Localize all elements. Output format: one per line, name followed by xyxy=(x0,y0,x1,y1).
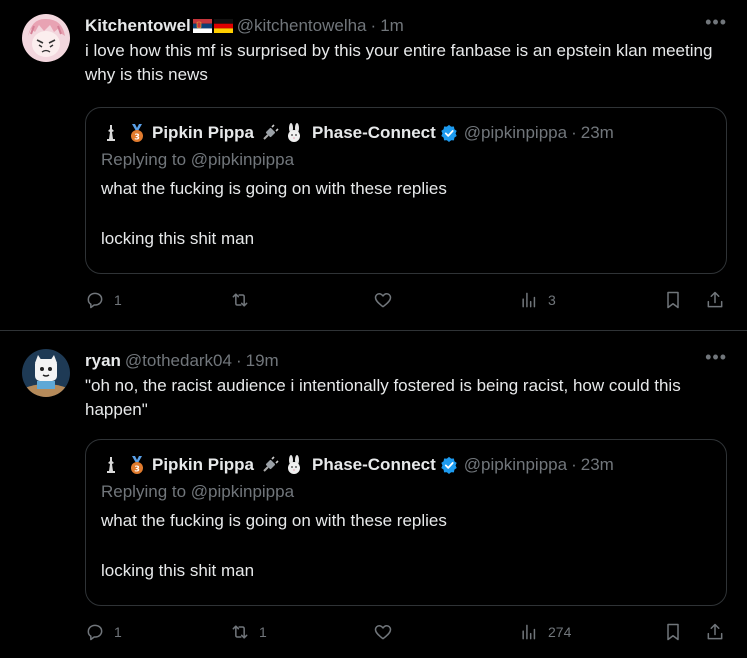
like-button[interactable] xyxy=(373,622,402,642)
avatar[interactable] xyxy=(22,14,70,62)
more-options-icon[interactable]: ••• xyxy=(705,347,727,367)
reply-icon xyxy=(87,624,103,641)
heart-icon xyxy=(374,293,392,308)
verified-badge-icon xyxy=(441,124,457,142)
quote-author-org[interactable]: Phase-Connect xyxy=(312,122,436,144)
views-count: 274 xyxy=(548,624,572,640)
author-handle[interactable]: @tothedark04 xyxy=(125,351,232,371)
views-icon xyxy=(522,292,536,308)
quoted-tweet[interactable]: 3 Pipkin Pippa Phase-Connect @pipkinpipp… xyxy=(85,107,727,274)
more-options-icon[interactable]: ••• xyxy=(705,12,727,32)
tweet-text: "oh no, the racist audience i intentiona… xyxy=(85,376,681,419)
bronze-medal-icon: 3 xyxy=(131,124,143,142)
quote-timestamp[interactable]: 23m xyxy=(581,122,614,144)
views-count: 3 xyxy=(548,292,556,308)
reply-icon xyxy=(87,292,103,309)
reply-count: 1 xyxy=(114,292,122,308)
serbia-flag-icon xyxy=(192,19,212,33)
quote-text-line: locking this shit man xyxy=(101,561,255,580)
quote-author-name[interactable]: Pipkin Pippa xyxy=(152,454,254,476)
share-button[interactable] xyxy=(705,622,725,642)
tweet-header: Kitchentowel @kitchentowelha · 1m ••• xyxy=(85,12,727,36)
quote-text-line: what the fucking is going on with these … xyxy=(101,179,447,198)
quote-header: 3 Pipkin Pippa Phase-Connect @pipkinpipp… xyxy=(101,454,711,476)
avatar[interactable] xyxy=(22,349,70,397)
author-name[interactable]: Kitchentowel xyxy=(85,16,191,36)
timestamp[interactable]: 1m xyxy=(380,16,404,36)
like-button[interactable] xyxy=(373,290,402,310)
replying-to: Replying to @pipkinpippa xyxy=(101,150,295,169)
author-handle[interactable]: @kitchentowelha xyxy=(237,16,367,36)
tweet[interactable]: Kitchentowel @kitchentowelha · 1m ••• i … xyxy=(0,0,747,330)
separator: · xyxy=(370,16,377,35)
separator: · xyxy=(235,351,242,370)
bookmark-icon xyxy=(667,623,679,641)
chess-pawn-icon xyxy=(107,457,115,473)
tweet[interactable]: ryan @tothedark04 · 19m ••• "oh no, the … xyxy=(0,330,747,658)
quote-author-handle[interactable]: @pipkinpippa xyxy=(464,122,567,144)
reply-button[interactable]: 1 xyxy=(85,290,122,310)
svg-text:3: 3 xyxy=(134,133,140,142)
quote-header: 3 Pipkin Pippa Phase-Connect @pipkinpipp… xyxy=(101,122,711,144)
bookmark-icon xyxy=(667,291,679,309)
rabbit-icon xyxy=(288,123,301,142)
action-bar: 1 1 274 xyxy=(85,622,727,646)
reply-button[interactable]: 1 xyxy=(85,622,122,642)
tweet-text: i love how this mf is surprised by this … xyxy=(85,41,713,84)
germany-flag-icon xyxy=(213,19,233,33)
quoted-tweet[interactable]: 3 Pipkin Pippa Phase-Connect @pipkinpipp… xyxy=(85,439,727,606)
repost-count: 1 xyxy=(259,624,267,640)
plug-icon xyxy=(263,124,279,140)
tweet-header: ryan @tothedark04 · 19m ••• xyxy=(85,347,727,371)
chess-pawn-icon xyxy=(107,125,115,141)
repost-button[interactable] xyxy=(230,290,259,310)
bookmark-button[interactable] xyxy=(663,290,683,310)
views-button[interactable]: 274 xyxy=(519,622,571,642)
quote-text-line: what the fucking is going on with these … xyxy=(101,511,447,530)
quote-author-org[interactable]: Phase-Connect xyxy=(312,454,436,476)
quote-author-handle[interactable]: @pipkinpippa xyxy=(464,454,567,476)
plug-icon xyxy=(263,456,279,472)
share-icon xyxy=(707,291,723,308)
quote-author-name[interactable]: Pipkin Pippa xyxy=(152,122,254,144)
bronze-medal-icon: 3 xyxy=(131,456,143,474)
reply-count: 1 xyxy=(114,624,122,640)
repost-icon xyxy=(232,293,248,307)
svg-text:3: 3 xyxy=(134,465,140,474)
separator: · xyxy=(571,455,577,474)
bookmark-button[interactable] xyxy=(663,622,683,642)
repost-icon xyxy=(232,625,248,639)
quote-timestamp[interactable]: 23m xyxy=(581,454,614,476)
rabbit-icon xyxy=(288,455,301,474)
heart-icon xyxy=(374,625,392,640)
action-bar: 1 3 xyxy=(85,290,727,314)
repost-button[interactable]: 1 xyxy=(230,622,267,642)
timestamp[interactable]: 19m xyxy=(246,351,279,371)
views-button[interactable]: 3 xyxy=(519,290,556,310)
replying-to: Replying to @pipkinpippa xyxy=(101,482,295,501)
share-icon xyxy=(707,623,723,640)
views-icon xyxy=(522,624,536,640)
quote-text-line: locking this shit man xyxy=(101,229,255,248)
author-name[interactable]: ryan xyxy=(85,351,121,371)
verified-badge-icon xyxy=(441,456,457,474)
share-button[interactable] xyxy=(705,290,725,310)
separator: · xyxy=(571,123,577,142)
